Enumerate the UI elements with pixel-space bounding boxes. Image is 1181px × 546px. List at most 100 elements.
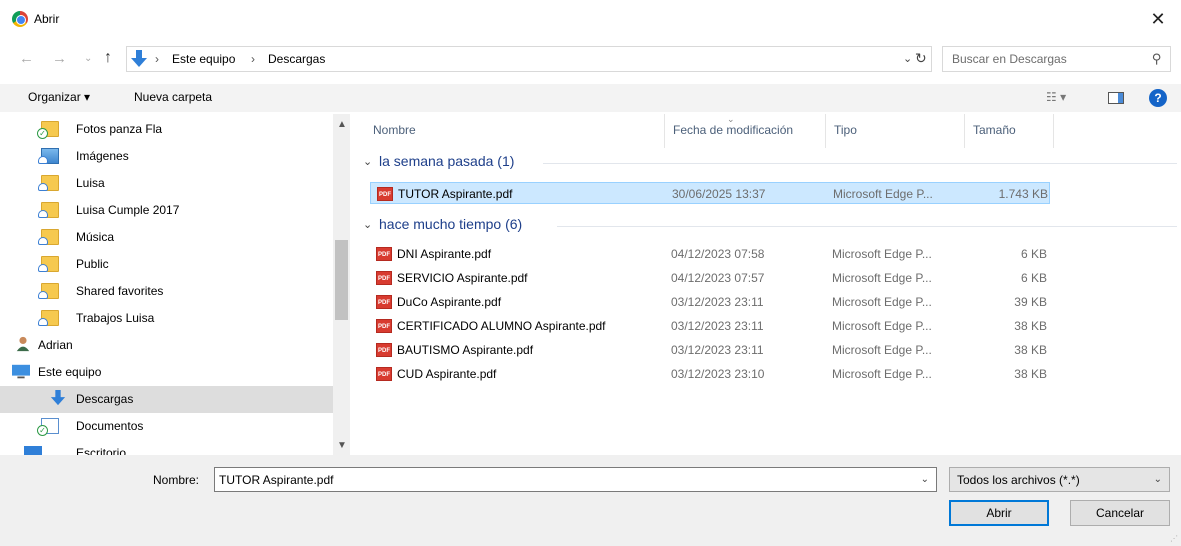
column-header-type[interactable]: Tipo	[826, 114, 965, 148]
column-header-label: Nombre	[373, 123, 416, 137]
sidebar-item-trabajos-luisa[interactable]: Trabajos Luisa	[0, 305, 333, 332]
file-row[interactable]: PDF CUD Aspirante.pdf 03/12/2023 23:10 M…	[370, 363, 1050, 385]
search-placeholder: Buscar en Descargas	[952, 52, 1067, 66]
sidebar-scrollbar[interactable]: ▲ ▼	[333, 114, 350, 455]
column-header-size[interactable]: Tamaño	[965, 114, 1054, 148]
file-size: 1.743 KB	[998, 187, 1048, 201]
sidebar-item-label: Imágenes	[76, 149, 129, 163]
sidebar-item-label: Adrian	[38, 338, 73, 352]
back-arrow-icon[interactable]: ←	[19, 50, 34, 67]
sidebar-item-shared-favorites[interactable]: Shared favorites	[0, 278, 333, 305]
preview-pane-icon[interactable]	[1108, 92, 1124, 104]
sidebar-item-label: Música	[76, 230, 115, 244]
path-dropdown-icon[interactable]: ⌄	[903, 52, 912, 65]
cancel-button[interactable]: Cancelar	[1070, 500, 1170, 526]
scroll-down-icon[interactable]: ▼	[337, 440, 347, 451]
filename-value: TUTOR Aspirante.pdf	[219, 473, 334, 487]
view-options-icon[interactable]: ☷ ▾	[1046, 90, 1066, 104]
pdf-icon: PDF	[377, 187, 393, 201]
file-size: 38 KB	[1014, 367, 1047, 381]
collapse-chevron-icon: ⌄	[363, 156, 373, 168]
search-icon[interactable]: ⚲	[1152, 51, 1162, 67]
cloud-icon	[38, 291, 48, 299]
sidebar-item-label: Fotos panza Fla	[76, 122, 163, 136]
search-input[interactable]: Buscar en Descargas ⚲	[942, 46, 1171, 72]
file-size: 6 KB	[1020, 271, 1047, 285]
breadcrumb-descargas[interactable]: Descargas	[268, 52, 325, 66]
navigation-pane: ✓ Fotos panza Fla Imágenes Luisa Luisa C…	[0, 114, 350, 455]
file-date: 04/12/2023 07:57	[671, 271, 765, 285]
open-button[interactable]: Abrir	[949, 500, 1049, 526]
sync-check-icon: ✓	[37, 425, 48, 436]
filter-value: Todos los archivos (*.*)	[957, 473, 1080, 487]
scroll-thumb[interactable]	[335, 240, 348, 320]
sidebar-item-label: Luisa Cumple 2017	[76, 203, 180, 217]
sidebar-item-documentos[interactable]: ✓ Documentos	[0, 413, 333, 440]
pdf-icon: PDF	[376, 319, 392, 333]
file-row[interactable]: PDF DuCo Aspirante.pdf 03/12/2023 23:11 …	[370, 291, 1050, 313]
pdf-icon: PDF	[376, 271, 392, 285]
file-list: Nombre Fecha de modificación ⌄ Tipo Tama…	[352, 114, 1181, 455]
file-row[interactable]: PDF TUTOR Aspirante.pdf 30/06/2025 13:37…	[370, 182, 1050, 204]
downloads-arrow-icon	[131, 50, 147, 67]
sidebar-item-luisa[interactable]: Luisa	[0, 170, 333, 197]
file-type: Microsoft Edge P...	[832, 271, 932, 285]
file-row[interactable]: PDF CERTIFICADO ALUMNO Aspirante.pdf 03/…	[370, 315, 1050, 337]
file-type: Microsoft Edge P...	[832, 295, 932, 309]
window-title: Abrir	[34, 12, 60, 26]
group-label: la semana pasada (1)	[379, 153, 515, 169]
sidebar-item-este-equipo[interactable]: Este equipo	[0, 359, 333, 386]
chevron-down-icon[interactable]: ⌄	[921, 474, 929, 485]
group-header-last-week[interactable]: ⌄ la semana pasada (1)	[361, 152, 1177, 174]
file-date: 30/06/2025 13:37	[672, 187, 766, 201]
collapse-chevron-icon: ⌄	[363, 219, 373, 231]
user-icon	[16, 336, 30, 352]
file-row[interactable]: PDF DNI Aspirante.pdf 04/12/2023 07:58 M…	[370, 243, 1050, 265]
sidebar-item-imagenes[interactable]: Imágenes	[0, 143, 333, 170]
sidebar-item-adrian[interactable]: Adrian	[0, 332, 333, 359]
file-type-filter-select[interactable]: Todos los archivos (*.*) ⌄	[949, 467, 1170, 492]
sidebar-item-label: Shared favorites	[76, 284, 164, 298]
group-label: hace mucho tiempo (6)	[379, 216, 523, 232]
file-name: SERVICIO Aspirante.pdf	[397, 271, 528, 285]
file-date: 03/12/2023 23:10	[671, 367, 765, 381]
sidebar-item-escritorio[interactable]: Escritorio	[0, 440, 333, 455]
desktop-icon	[24, 446, 42, 455]
scroll-up-icon[interactable]: ▲	[337, 119, 347, 130]
file-row[interactable]: PDF BAUTISMO Aspirante.pdf 03/12/2023 23…	[370, 339, 1050, 361]
sidebar-item-label: Trabajos Luisa	[76, 311, 155, 325]
path-breadcrumb[interactable]: › Este equipo › Descargas ⌄ ↻	[126, 46, 932, 72]
sidebar-item-descargas[interactable]: Descargas	[0, 386, 333, 413]
forward-arrow-icon[interactable]: →	[52, 50, 67, 67]
column-header-name[interactable]: Nombre	[365, 114, 665, 148]
cloud-icon	[38, 156, 48, 164]
sidebar-item-label: Documentos	[76, 419, 144, 433]
sidebar-item-public[interactable]: Public	[0, 251, 333, 278]
filename-input[interactable]: TUTOR Aspirante.pdf ⌄	[214, 467, 937, 492]
sidebar-item-luisa-cumple-2017[interactable]: Luisa Cumple 2017	[0, 197, 333, 224]
breadcrumb-este-equipo[interactable]: Este equipo	[172, 52, 235, 66]
file-name: DNI Aspirante.pdf	[397, 247, 492, 261]
chrome-icon	[12, 11, 28, 27]
filename-label: Nombre:	[153, 473, 200, 487]
pdf-icon: PDF	[376, 367, 392, 381]
recent-locations-chevron-icon[interactable]: ⌄	[84, 53, 92, 64]
sidebar-item-musica[interactable]: Música	[0, 224, 333, 251]
help-icon[interactable]: ?	[1149, 89, 1167, 107]
pdf-icon: PDF	[376, 295, 392, 309]
column-header-label: Fecha de modificación	[673, 123, 794, 137]
file-row[interactable]: PDF SERVICIO Aspirante.pdf 04/12/2023 07…	[370, 267, 1050, 289]
command-toolbar: Organizar ▾ Nueva carpeta ☷ ▾ ?	[0, 84, 1181, 112]
refresh-icon[interactable]: ↻	[915, 50, 927, 67]
close-button[interactable]: ✕	[1135, 0, 1181, 38]
group-header-long-ago[interactable]: ⌄ hace mucho tiempo (6)	[361, 215, 1177, 237]
file-name: CERTIFICADO ALUMNO Aspirante.pdf	[397, 319, 606, 333]
new-folder-button[interactable]: Nueva carpeta	[134, 90, 212, 104]
up-arrow-icon[interactable]: ↑	[104, 49, 112, 67]
sidebar-item-fotos-panza-fla[interactable]: ✓ Fotos panza Fla	[0, 116, 333, 143]
file-size: 6 KB	[1020, 247, 1047, 261]
resize-grip-icon[interactable]: ⋰	[1170, 534, 1178, 543]
organize-button[interactable]: Organizar ▾	[28, 90, 90, 104]
cloud-icon	[38, 183, 48, 191]
column-header-date[interactable]: Fecha de modificación	[665, 114, 826, 148]
